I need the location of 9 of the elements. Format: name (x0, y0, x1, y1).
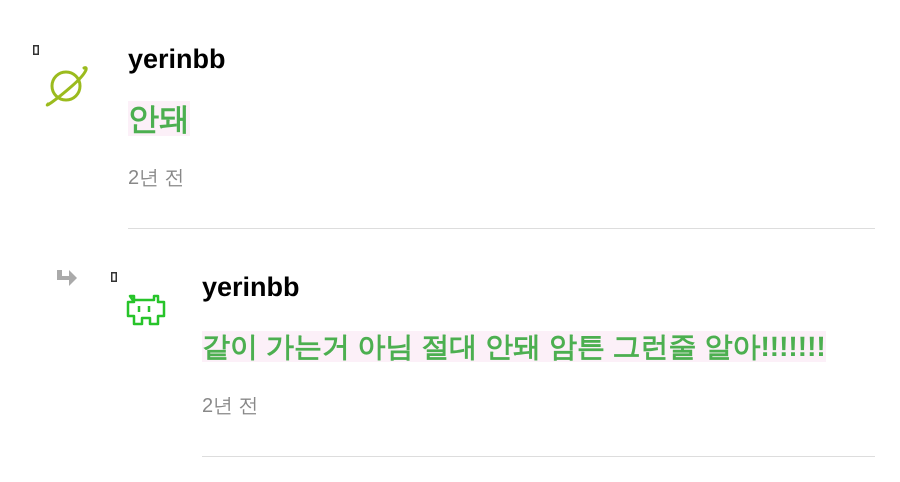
timestamp: 2년 전 (202, 394, 259, 419)
comment-text: 안돼 (128, 101, 190, 136)
missing-glyph-icon (111, 272, 117, 282)
username[interactable]: yerinbb (128, 46, 226, 73)
missing-glyph-icon (33, 45, 39, 55)
comment-text: 같이 가는거 아님 절대 안돼 암튼 그런줄 알아!!!!!!! (202, 331, 826, 362)
timestamp: 2년 전 (128, 166, 185, 191)
reply-arrow-icon (55, 270, 77, 288)
username[interactable]: yerinbb (202, 274, 300, 301)
